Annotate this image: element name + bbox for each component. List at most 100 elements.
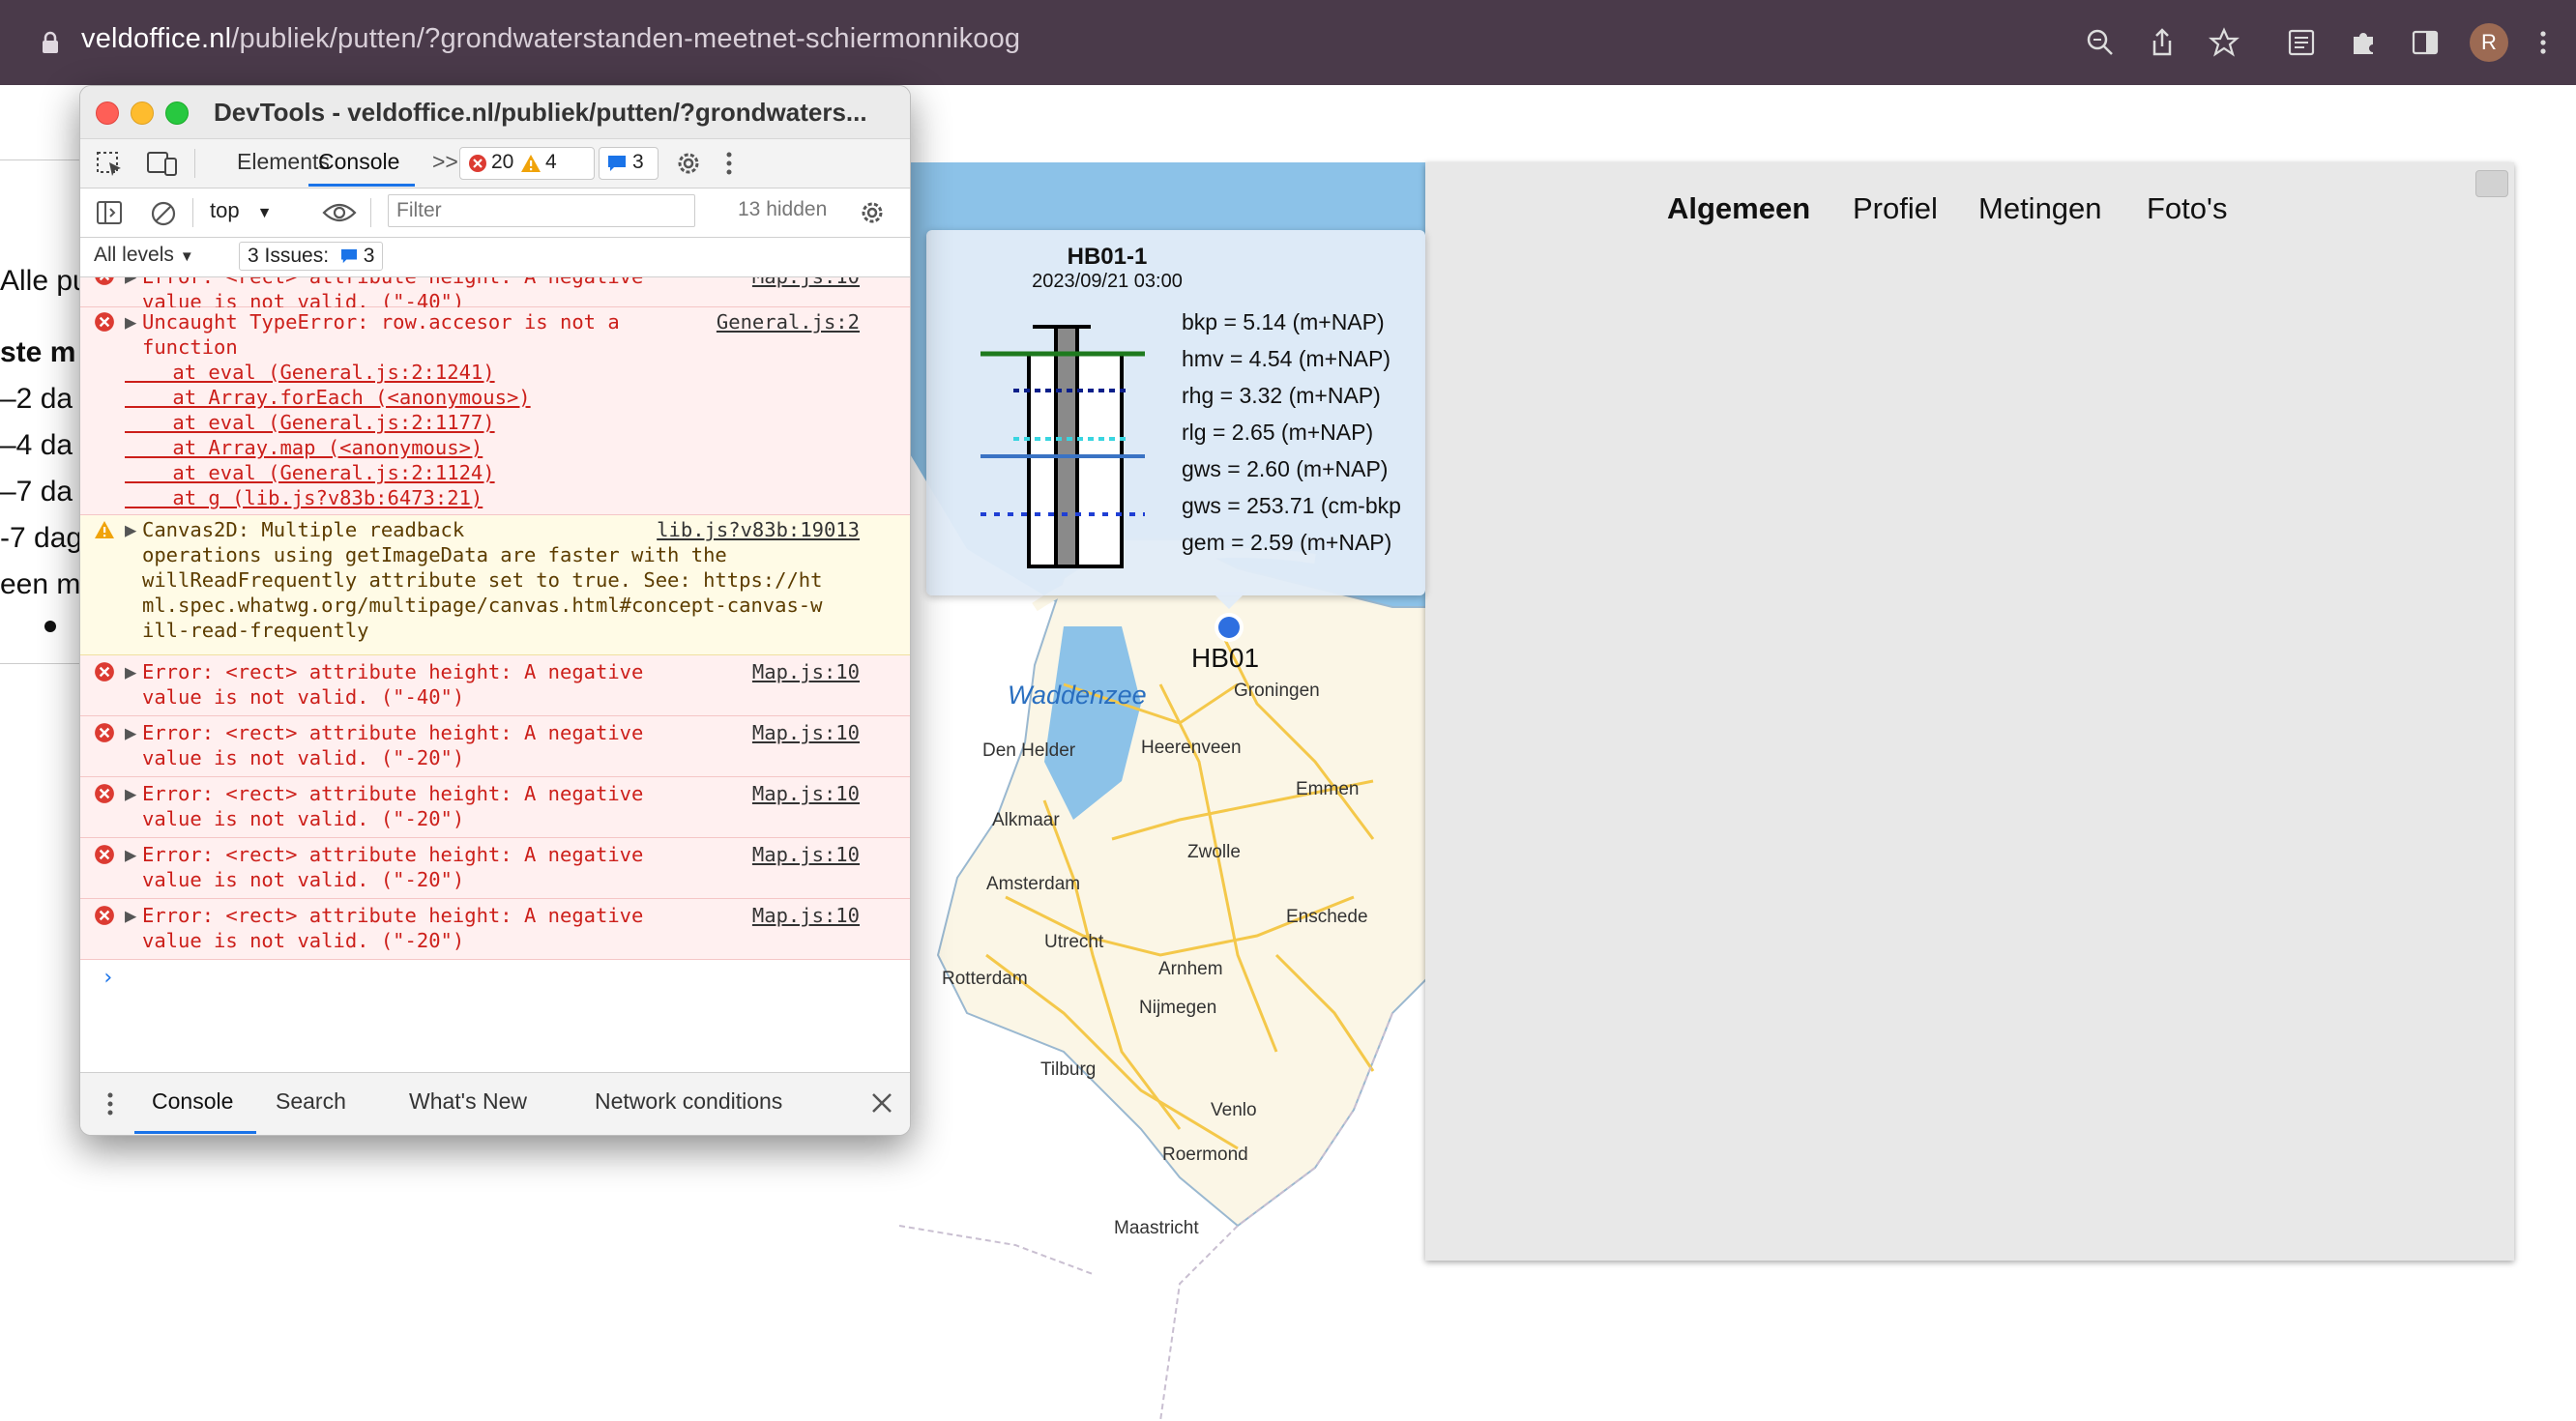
console-message-warning[interactable]: ▶ Canvas2D: Multiple readback operations… xyxy=(80,515,910,655)
drawer-tab-whats-new[interactable]: What's New xyxy=(409,1088,527,1115)
source-link[interactable]: Map.js:10 xyxy=(752,720,860,745)
close-drawer-icon[interactable] xyxy=(869,1090,894,1116)
extensions-puzzle-icon[interactable] xyxy=(2346,25,2381,60)
expand-arrow-icon[interactable]: ▶ xyxy=(125,842,136,867)
live-expression-eye-icon[interactable] xyxy=(322,200,357,225)
drawer-tab-console[interactable]: Console xyxy=(152,1088,233,1115)
stack-trace[interactable]: at eval (General.js:2:1241) at Array.for… xyxy=(125,360,530,510)
tab-console[interactable]: Console xyxy=(318,149,399,175)
expand-arrow-icon[interactable]: ▶ xyxy=(125,903,136,928)
info-counter[interactable]: 3 xyxy=(599,147,659,180)
maximize-window-button[interactable] xyxy=(165,102,189,125)
source-link[interactable]: lib.js?v83b:19013 xyxy=(657,517,860,542)
tooltip-line-gws-cm: gws = 253.71 (cm-bkp xyxy=(1182,493,1401,518)
issue-counters[interactable]: 20 4 xyxy=(459,147,595,180)
devtools-tabbar: Elements Console >> 20 4 3 xyxy=(80,139,910,188)
console-message-error[interactable]: ▶ Error: <rect> attribute height: A nega… xyxy=(80,655,910,716)
city-label: Arnhem xyxy=(1158,959,1223,979)
devtools-menu-icon[interactable] xyxy=(722,149,736,178)
reading-list-icon[interactable] xyxy=(2284,25,2319,60)
hb01-marker[interactable] xyxy=(1218,617,1240,638)
source-link[interactable]: Map.js:10 xyxy=(752,903,860,928)
tooltip-line-gem: gem = 2.59 (m+NAP) xyxy=(1182,530,1392,555)
tooltip-arrow xyxy=(1212,592,1246,609)
left-page-panel: Alle pu ste m –2 da –4 da –7 da -7 dag e… xyxy=(0,160,89,664)
console-log[interactable]: ▶ Error: <rect> attribute height: A nega… xyxy=(80,277,910,1070)
source-link[interactable]: Map.js:10 xyxy=(752,781,860,806)
sidebar-toggle-icon[interactable] xyxy=(96,200,123,225)
console-filter-input[interactable] xyxy=(388,194,695,227)
message-text: Uncaught TypeError: row.accesor is not a… xyxy=(142,310,620,359)
expand-arrow-icon[interactable]: ▶ xyxy=(125,781,136,806)
console-message-error[interactable]: ▶ Error: <rect> attribute height: A nega… xyxy=(80,838,910,899)
tooltip-date: 2023/09/21 03:00 xyxy=(1032,271,1183,292)
info-panel: Algemeen Profiel Metingen Foto's xyxy=(1425,162,2514,1261)
expand-arrow-icon[interactable]: ▶ xyxy=(125,517,136,542)
expand-arrow-icon[interactable]: ▶ xyxy=(125,720,136,745)
expand-arrow-icon[interactable]: ▶ xyxy=(125,309,136,334)
context-select[interactable]: top ▼ xyxy=(210,198,272,223)
left-page-text: ste m xyxy=(0,336,76,368)
device-toolbar-icon[interactable] xyxy=(146,151,179,178)
error-icon xyxy=(95,784,114,803)
tooltip-line-gws: gws = 2.60 (m+NAP) xyxy=(1182,456,1389,481)
error-icon xyxy=(95,312,114,332)
console-message-error[interactable]: ▶ Error: <rect> attribute height: A nega… xyxy=(80,277,910,313)
issues-button[interactable]: 3 Issues: 3 xyxy=(239,242,384,271)
minimize-window-button[interactable] xyxy=(131,102,154,125)
city-label: Amsterdam xyxy=(986,874,1080,894)
address-bar[interactable]: veldoffice.nl/publiek/putten/?grondwater… xyxy=(81,23,1020,55)
tab-fotos[interactable]: Foto's xyxy=(2147,191,2227,226)
console-message-error[interactable]: ▶ Uncaught TypeError: row.accesor is not… xyxy=(80,307,910,515)
drawer-tab-network-conditions[interactable]: Network conditions xyxy=(595,1088,782,1115)
tab-algemeen[interactable]: Algemeen xyxy=(1667,191,1810,226)
panel-toggle-button[interactable] xyxy=(2475,170,2508,197)
log-levels-dropdown[interactable]: All levels ▼ xyxy=(94,244,194,267)
profile-avatar[interactable]: R xyxy=(2470,23,2508,62)
drawer-active-indicator xyxy=(134,1131,256,1134)
log-levels-label: All levels xyxy=(94,244,174,266)
expand-arrow-icon[interactable]: ▶ xyxy=(125,277,136,289)
drawer-menu-icon[interactable] xyxy=(105,1090,115,1117)
source-link[interactable]: Map.js:10 xyxy=(752,842,860,867)
close-window-button[interactable] xyxy=(96,102,119,125)
expand-arrow-icon[interactable]: ▶ xyxy=(125,659,136,684)
bookmark-star-icon[interactable] xyxy=(2207,25,2241,60)
left-page-text: Alle pu xyxy=(0,265,89,297)
marker-label: HB01 xyxy=(1191,643,1259,673)
tooltip-line-rlg: rlg = 2.65 (m+NAP) xyxy=(1182,420,1374,445)
clear-console-icon[interactable] xyxy=(150,200,177,227)
city-label: Nijmegen xyxy=(1139,998,1216,1018)
console-message-error[interactable]: ▶ Error: <rect> attribute height: A nega… xyxy=(80,899,910,960)
devtools-titlebar[interactable]: DevTools - veldoffice.nl/publiek/putten/… xyxy=(80,86,910,139)
source-link[interactable]: Map.js:10 xyxy=(752,277,860,289)
source-link[interactable]: Map.js:10 xyxy=(752,659,860,684)
console-settings-icon[interactable] xyxy=(858,198,887,227)
tab-profiel[interactable]: Profiel xyxy=(1853,191,1938,226)
devtools-title: DevTools - veldoffice.nl/publiek/putten/… xyxy=(214,98,867,127)
settings-gear-icon[interactable] xyxy=(674,149,703,178)
bullet-icon xyxy=(44,621,56,632)
tab-elements[interactable]: Elements xyxy=(237,149,330,175)
city-label: Groningen xyxy=(1234,681,1320,701)
console-prompt-icon[interactable]: › xyxy=(102,966,114,991)
side-panel-icon[interactable] xyxy=(2408,25,2443,60)
error-icon xyxy=(95,277,114,285)
share-icon[interactable] xyxy=(2145,25,2180,60)
drawer-tab-search[interactable]: Search xyxy=(276,1088,346,1115)
city-label: Rotterdam xyxy=(942,969,1028,989)
console-message-error[interactable]: ▶ Error: <rect> attribute height: A nega… xyxy=(80,777,910,838)
tab-metingen[interactable]: Metingen xyxy=(1978,191,2102,226)
zoom-icon[interactable] xyxy=(2083,25,2118,60)
message-icon xyxy=(340,248,357,264)
city-label: Enschede xyxy=(1286,907,1368,927)
message-text: Error: <rect> attribute height: A negati… xyxy=(142,843,644,891)
tooltip-title: HB01-1 xyxy=(1067,244,1148,270)
inspect-element-icon[interactable] xyxy=(96,151,125,178)
more-tabs-button[interactable]: >> xyxy=(432,149,458,175)
source-link[interactable]: General.js:2 xyxy=(717,309,860,334)
message-text: Error: <rect> attribute height: A negati… xyxy=(142,904,644,952)
console-message-error[interactable]: ▶ Error: <rect> attribute height: A nega… xyxy=(80,716,910,777)
city-label: Tilburg xyxy=(1040,1059,1096,1080)
more-menu-icon[interactable] xyxy=(2533,25,2553,60)
